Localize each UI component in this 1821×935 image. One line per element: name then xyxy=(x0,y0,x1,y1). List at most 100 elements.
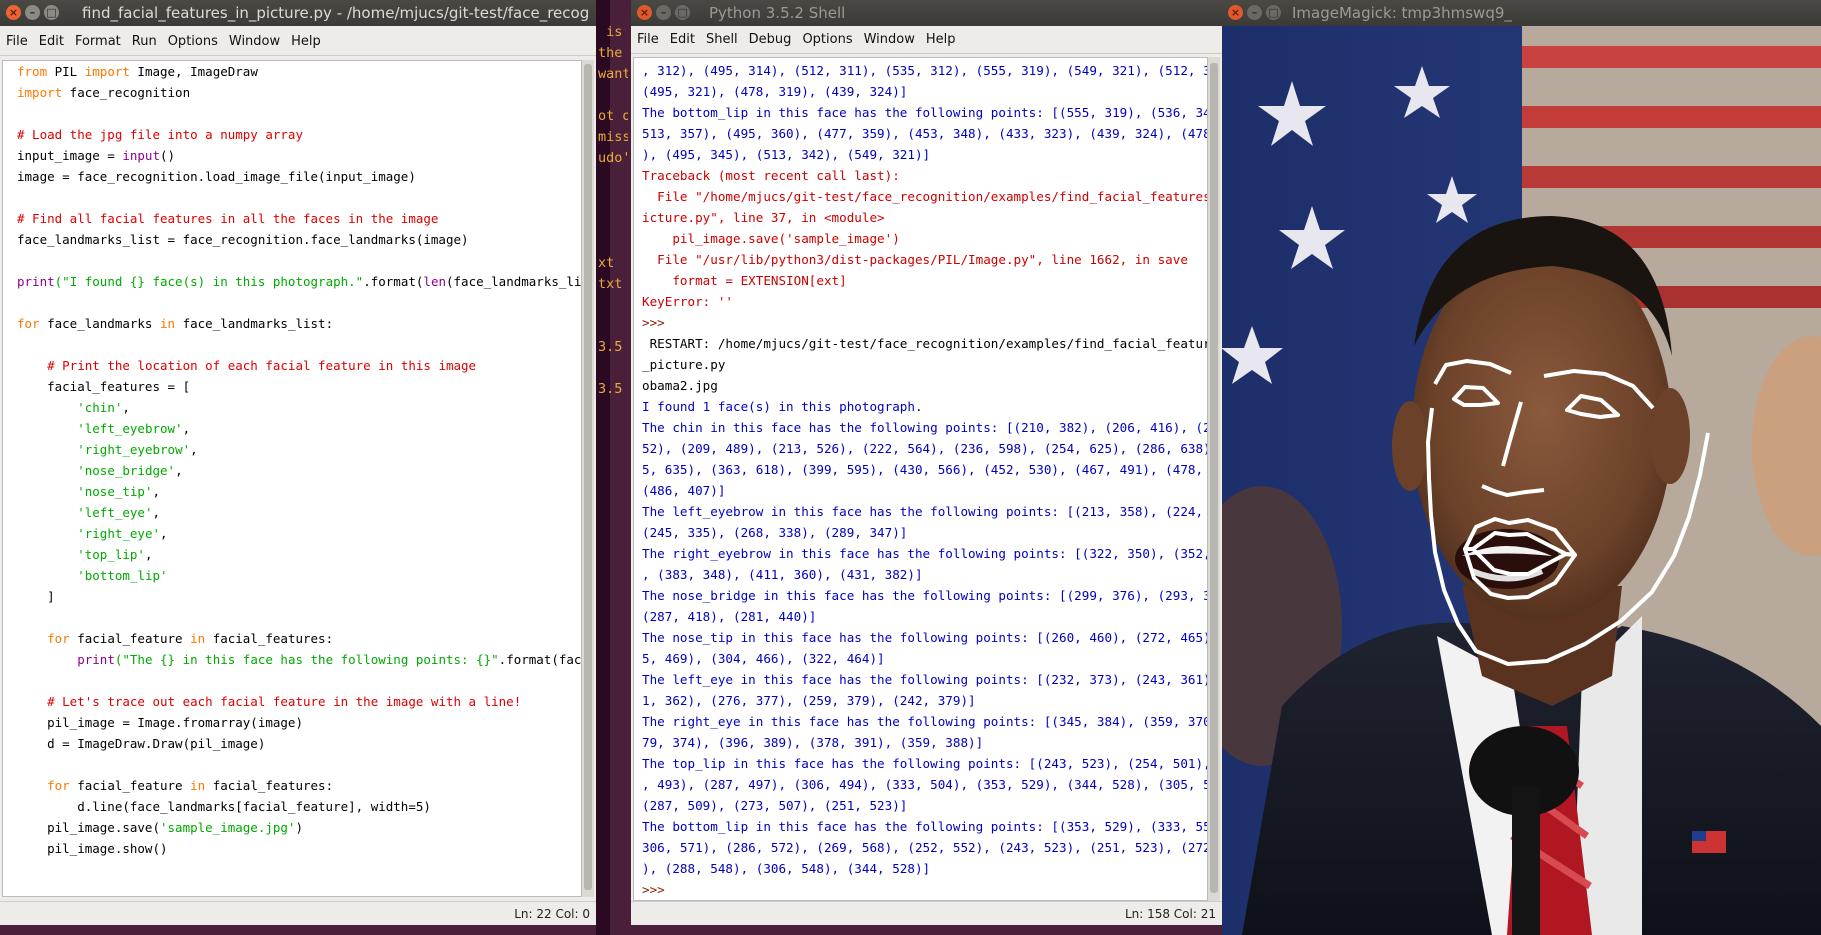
maximize-icon[interactable]: □ xyxy=(675,5,690,20)
close-icon[interactable]: × xyxy=(6,5,21,20)
shell-statusbar: Ln: 158 Col: 21 xyxy=(631,901,1222,925)
code-token: , xyxy=(190,442,198,457)
minimize-icon[interactable]: – xyxy=(25,5,40,20)
code-token: (face_landmarks_list))) xyxy=(446,274,582,289)
maximize-icon[interactable]: □ xyxy=(44,5,59,20)
image-viewer-window: × – □ ImageMagick: tmp3hmswq9_ xyxy=(1222,0,1821,935)
code-editor[interactable]: from PIL import Image, ImageDraw import f… xyxy=(2,60,582,897)
terminal-fragment: want xyxy=(598,66,628,82)
shell-line: (495, 321), (478, 319), (439, 324)] xyxy=(642,84,908,99)
shell-line: pil_image.save('sample_image') xyxy=(642,231,900,246)
code-token: facial_features: xyxy=(205,631,334,646)
menu-help[interactable]: Help xyxy=(291,34,321,49)
code-token: pil_image.save( xyxy=(17,820,160,835)
code-token: , xyxy=(152,505,161,520)
code-line: pil_image = Image.fromarray(image) xyxy=(17,712,581,733)
menu-debug[interactable]: Debug xyxy=(749,32,792,47)
code-line: image = face_recognition.load_image_file… xyxy=(17,166,581,187)
menu-edit[interactable]: Edit xyxy=(39,34,64,49)
minimize-icon[interactable]: – xyxy=(656,5,671,20)
code-line: d = ImageDraw.Draw(pil_image) xyxy=(17,733,581,754)
terminal-fragment: the xyxy=(598,45,628,61)
shell-line: Traceback (most recent call last): xyxy=(642,168,900,183)
close-icon[interactable]: × xyxy=(637,5,652,20)
shell-line: _picture.py xyxy=(642,357,726,372)
code-token: pil_image = Image.fromarray(image) xyxy=(17,715,303,730)
code-line: 'left_eyebrow', xyxy=(17,418,581,439)
code-token: image = face_recognition.load_image_file… xyxy=(17,169,416,184)
code-token: face_recognition xyxy=(62,85,191,100)
code-line: input_image = input() xyxy=(17,145,581,166)
code-token: input_image = xyxy=(17,148,123,163)
menu-help[interactable]: Help xyxy=(926,32,956,47)
shell-titlebar[interactable]: × – □ Python 3.5.2 Shell xyxy=(631,0,1222,26)
code-token: face_landmarks_list = face_recognition.f… xyxy=(17,232,469,247)
shell-line: format = EXTENSION[ext] xyxy=(642,273,847,288)
maximize-icon[interactable]: □ xyxy=(1266,5,1281,20)
code-token: for xyxy=(17,316,40,331)
code-token: print xyxy=(17,274,55,289)
editor-scrollbar[interactable] xyxy=(582,60,594,897)
photo-canvas[interactable] xyxy=(1222,26,1821,935)
terminal-fragment xyxy=(598,295,628,316)
shell-output[interactable]: , 312), (495, 314), (512, 311), (535, 31… xyxy=(633,57,1208,901)
shell-line: 513, 357), (495, 360), (477, 359), (453,… xyxy=(642,126,1208,141)
code-token: 'right_eyebrow' xyxy=(77,442,191,457)
minimize-icon[interactable]: – xyxy=(1247,5,1262,20)
window-title: Python 3.5.2 Shell xyxy=(709,4,846,22)
shell-line: File "/home/mjucs/git-test/face_recognit… xyxy=(642,189,1208,204)
shell-line: 5, 469), (304, 466), (322, 464)] xyxy=(642,651,885,666)
scrollbar-thumb[interactable] xyxy=(1210,63,1218,893)
menu-run[interactable]: Run xyxy=(132,34,157,49)
shell-line: (486, 407)] xyxy=(642,483,726,498)
terminal-fragment xyxy=(598,316,628,337)
code-token: 'chin' xyxy=(77,400,123,415)
shell-line: The right_eye in this face has the follo… xyxy=(642,714,1208,729)
code-line: 'nose_bridge', xyxy=(17,460,581,481)
shell-line: (287, 418), (281, 440)] xyxy=(642,609,817,624)
shell-line: KeyError: '' xyxy=(642,294,733,309)
code-token: # Print the location of each facial feat… xyxy=(47,358,477,373)
menu-options[interactable]: Options xyxy=(168,34,218,49)
terminal-fragment xyxy=(598,358,628,379)
close-icon[interactable]: × xyxy=(1228,5,1243,20)
terminal-fragment: is xyxy=(598,24,628,40)
code-line: 'nose_tip', xyxy=(17,481,581,502)
code-token: from xyxy=(17,64,48,79)
code-token: import xyxy=(17,85,63,100)
code-token: facial_feature xyxy=(69,631,191,646)
code-token: face_landmarks_list: xyxy=(175,316,334,331)
shell-line: The top_lip in this face has the followi… xyxy=(642,756,1208,771)
scrollbar-thumb[interactable] xyxy=(584,64,592,890)
shell-line: >>> xyxy=(642,882,673,897)
code-token: d.line(face_landmarks[facial_feature], w… xyxy=(17,799,431,814)
code-token: d = ImageDraw.Draw(pil_image) xyxy=(17,736,266,751)
shell-line: The right_eyebrow in this face has the f… xyxy=(642,546,1208,561)
code-line: 'top_lip', xyxy=(17,544,581,565)
menu-options[interactable]: Options xyxy=(802,32,852,47)
menu-window[interactable]: Window xyxy=(864,32,915,47)
menu-file[interactable]: File xyxy=(6,34,28,49)
code-token: .format(facial_f xyxy=(498,652,582,667)
menu-file[interactable]: File xyxy=(637,32,659,47)
code-token: import xyxy=(84,64,130,79)
editor-titlebar[interactable]: × – □ find_facial_features_in_picture.py… xyxy=(0,0,596,26)
shell-scrollbar[interactable] xyxy=(1208,57,1220,901)
menu-edit[interactable]: Edit xyxy=(670,32,695,47)
terminal-fragment: ot ou xyxy=(598,108,628,124)
menu-shell[interactable]: Shell xyxy=(706,32,738,47)
menu-format[interactable]: Format xyxy=(75,34,121,49)
image-titlebar[interactable]: × – □ ImageMagick: tmp3hmswq9_ xyxy=(1222,0,1821,26)
window-title: find_facial_features_in_picture.py - /ho… xyxy=(82,4,590,22)
menu-window[interactable]: Window xyxy=(229,34,280,49)
